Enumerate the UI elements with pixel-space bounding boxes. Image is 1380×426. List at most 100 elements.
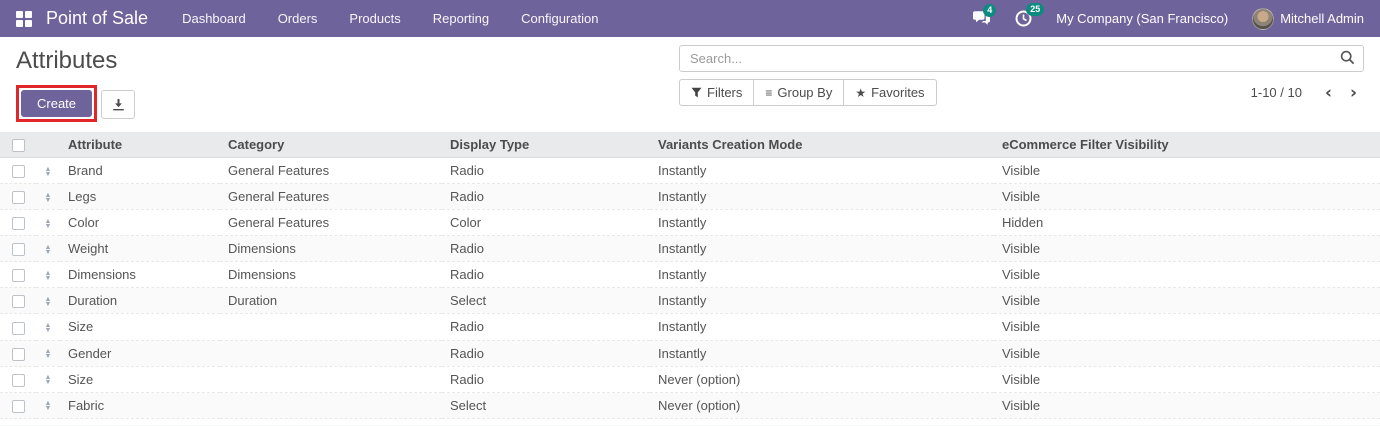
cell-visibility[interactable]: Visible — [994, 366, 1380, 393]
table-row[interactable]: ▲ ▼ Fabric Select Never (option) Visible — [0, 392, 1380, 419]
table-row[interactable]: ▲ ▼ Weight Dimensions Radio Instantly Visible — [0, 235, 1380, 263]
cell-visibility[interactable]: Visible — [994, 235, 1380, 263]
cell-display-type[interactable]: Radio — [442, 157, 650, 185]
cell-attribute[interactable]: Size — [60, 313, 220, 341]
drag-handle-icon[interactable]: ▲ ▼ — [45, 374, 52, 386]
cell-category[interactable]: Duration — [220, 287, 442, 315]
cell-category[interactable] — [220, 366, 442, 393]
drag-handle-icon[interactable]: ▲ ▼ — [45, 192, 52, 204]
search-input[interactable] — [679, 45, 1364, 72]
cell-attribute[interactable]: Duration — [60, 287, 220, 315]
create-button[interactable]: Create — [21, 90, 93, 117]
cell-visibility[interactable]: Visible — [994, 340, 1380, 367]
cell-variants-mode[interactable]: Instantly — [650, 209, 994, 237]
cell-visibility[interactable]: Visible — [994, 261, 1380, 289]
cell-attribute[interactable]: Dimensions — [60, 261, 220, 289]
row-checkbox[interactable] — [11, 165, 25, 179]
select-all-checkbox[interactable] — [11, 139, 25, 153]
drag-handle-icon[interactable]: ▲ ▼ — [45, 270, 52, 282]
row-checkbox[interactable] — [11, 295, 25, 309]
user-menu[interactable]: Mitchell Admin — [1252, 7, 1364, 30]
cell-variants-mode[interactable]: Instantly — [650, 183, 994, 211]
column-header-attribute[interactable]: Attribute — [60, 132, 220, 159]
cell-category[interactable] — [220, 313, 442, 341]
cell-visibility[interactable]: Visible — [994, 313, 1380, 341]
cell-attribute[interactable]: Size — [60, 366, 220, 393]
nav-item-configuration[interactable]: Configuration — [521, 11, 598, 26]
cell-attribute[interactable]: Brand — [60, 157, 220, 185]
table-row[interactable]: ▲ ▼ Gender Radio Instantly Visible — [0, 340, 1380, 367]
activities-button[interactable]: 25 — [1015, 3, 1045, 27]
table-row[interactable]: ▲ ▼ Size Radio Never (option) Visible — [0, 366, 1380, 393]
row-checkbox[interactable] — [11, 373, 25, 387]
column-header-variants-mode[interactable]: Variants Creation Mode — [650, 132, 994, 159]
drag-handle-icon[interactable]: ▲ ▼ — [45, 218, 52, 230]
favorites-button[interactable]: ★ Favorites — [843, 79, 937, 106]
table-row[interactable]: ▲ ▼ Duration Duration Select Instantly Visible — [0, 287, 1380, 315]
nav-item-reporting[interactable]: Reporting — [433, 11, 489, 26]
cell-display-type[interactable]: Select — [442, 287, 650, 315]
cell-variants-mode[interactable]: Instantly — [650, 287, 994, 315]
cell-visibility[interactable]: Hidden — [994, 209, 1380, 237]
cell-display-type[interactable]: Radio — [442, 183, 650, 211]
cell-attribute[interactable]: Color — [60, 209, 220, 237]
cell-category[interactable]: Dimensions — [220, 261, 442, 289]
row-checkbox[interactable] — [11, 399, 25, 413]
cell-variants-mode[interactable]: Instantly — [650, 261, 994, 289]
cell-display-type[interactable]: Radio — [442, 261, 650, 289]
cell-display-type[interactable]: Select — [442, 392, 650, 419]
cell-category[interactable]: General Features — [220, 183, 442, 211]
nav-item-products[interactable]: Products — [349, 11, 400, 26]
nav-item-dashboard[interactable]: Dashboard — [182, 11, 246, 26]
cell-attribute[interactable]: Weight — [60, 235, 220, 263]
cell-category[interactable] — [220, 392, 442, 419]
cell-display-type[interactable]: Radio — [442, 366, 650, 393]
column-header-visibility[interactable]: eCommerce Filter Visibility — [994, 132, 1380, 159]
filters-button[interactable]: Filters — [679, 79, 755, 106]
cell-display-type[interactable]: Radio — [442, 340, 650, 367]
cell-attribute[interactable]: Fabric — [60, 392, 220, 419]
drag-handle-icon[interactable]: ▲ ▼ — [45, 400, 52, 412]
row-checkbox[interactable] — [11, 269, 25, 283]
cell-attribute[interactable]: Legs — [60, 183, 220, 211]
cell-category[interactable] — [220, 340, 442, 367]
cell-display-type[interactable]: Radio — [442, 313, 650, 341]
pager-previous-icon[interactable]: ‹ — [1318, 84, 1339, 101]
cell-variants-mode[interactable]: Instantly — [650, 157, 994, 185]
drag-handle-icon[interactable]: ▲ ▼ — [45, 322, 52, 334]
drag-handle-icon[interactable]: ▲ ▼ — [45, 244, 52, 256]
cell-category[interactable]: General Features — [220, 209, 442, 237]
cell-display-type[interactable]: Radio — [442, 235, 650, 263]
app-name[interactable]: Point of Sale — [46, 8, 148, 29]
cell-variants-mode[interactable]: Instantly — [650, 313, 994, 341]
row-checkbox[interactable] — [11, 347, 25, 361]
cell-attribute[interactable]: Gender — [60, 340, 220, 367]
column-header-category[interactable]: Category — [220, 132, 442, 159]
cell-display-type[interactable]: Color — [442, 209, 650, 237]
search-icon[interactable] — [1340, 50, 1355, 65]
apps-menu-icon[interactable] — [16, 10, 32, 27]
drag-handle-icon[interactable]: ▲ ▼ — [45, 296, 52, 308]
table-row[interactable]: ▲ ▼ Size Radio Instantly Visible — [0, 313, 1380, 341]
cell-variants-mode[interactable]: Instantly — [650, 235, 994, 263]
drag-handle-icon[interactable]: ▲ ▼ — [45, 166, 52, 178]
company-switcher[interactable]: My Company (San Francisco) — [1056, 11, 1228, 26]
cell-visibility[interactable]: Visible — [994, 392, 1380, 419]
row-checkbox[interactable] — [11, 217, 25, 231]
export-button[interactable] — [101, 90, 136, 119]
pager-range[interactable]: 1-10 / 10 — [1251, 85, 1302, 100]
messages-button[interactable]: 4 — [972, 4, 997, 26]
drag-handle-icon[interactable]: ▲ ▼ — [45, 348, 52, 360]
row-checkbox[interactable] — [11, 321, 25, 335]
table-row[interactable]: ▲ ▼ Dimensions Dimensions Radio Instantly Visi… — [0, 261, 1380, 289]
cell-visibility[interactable]: Visible — [994, 183, 1380, 211]
table-row[interactable]: ▲ ▼ Color General Features Color Instantly Hid… — [0, 209, 1380, 237]
table-row[interactable]: ▲ ▼ Legs General Features Radio Instantly Visi… — [0, 183, 1380, 211]
cell-visibility[interactable]: Visible — [994, 157, 1380, 185]
nav-item-orders[interactable]: Orders — [278, 11, 318, 26]
cell-variants-mode[interactable]: Instantly — [650, 340, 994, 367]
cell-variants-mode[interactable]: Never (option) — [650, 392, 994, 419]
cell-category[interactable]: Dimensions — [220, 235, 442, 263]
group-by-button[interactable]: ≡ Group By — [753, 79, 845, 106]
table-row[interactable]: ▲ ▼ Brand General Features Radio Instantly Vis… — [0, 157, 1380, 185]
